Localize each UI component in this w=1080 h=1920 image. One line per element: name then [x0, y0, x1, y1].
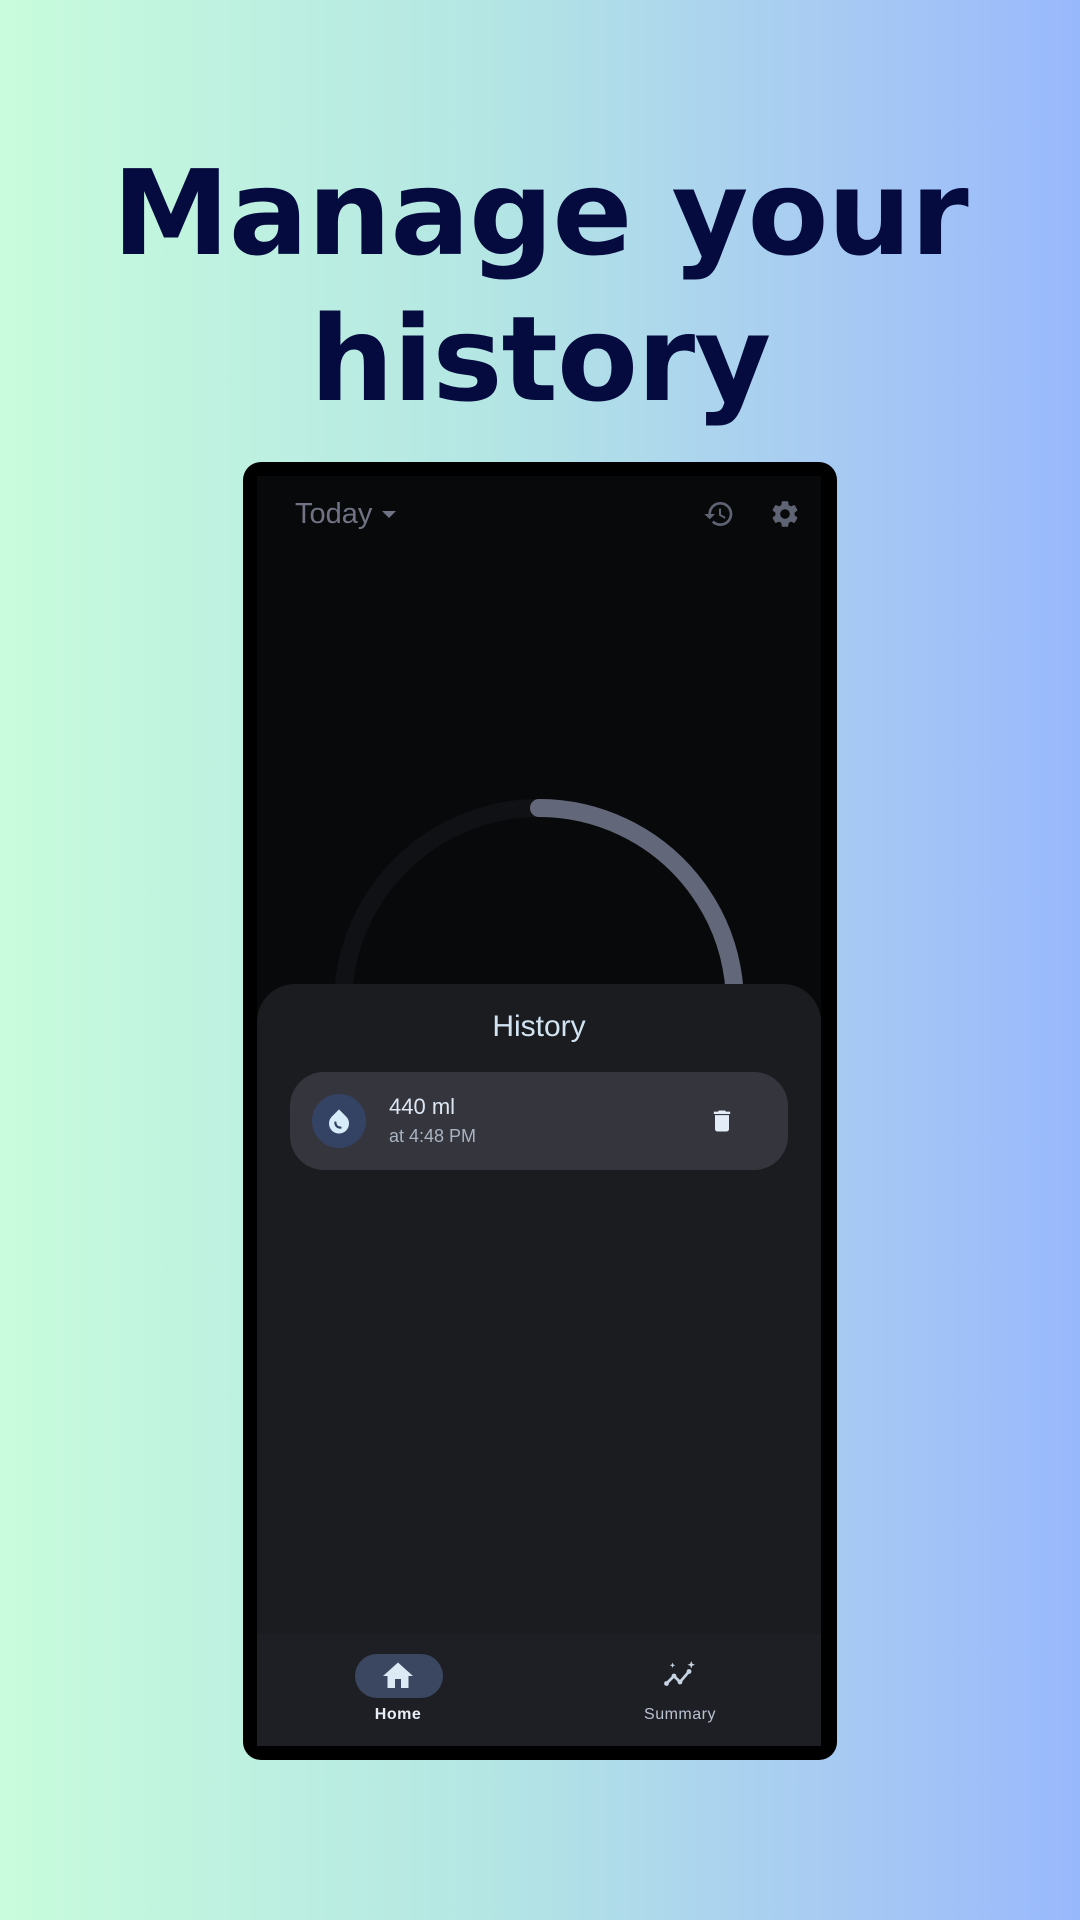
nav-item-home[interactable]: Home [257, 1634, 539, 1746]
history-entry: 440 ml at 4:48 PM [290, 1072, 788, 1170]
history-title: History [492, 1010, 586, 1043]
water-drop-avatar [312, 1094, 366, 1148]
water-drop-icon [329, 1109, 350, 1134]
headline: Manage your history [0, 140, 1080, 432]
history-sheet: History 440 ml at 4:48 PM [257, 984, 821, 1746]
nav-label-home: Home [374, 1706, 422, 1723]
headline-line-2: history [309, 290, 771, 428]
nav-item-summary[interactable]: Summary [539, 1634, 821, 1746]
entry-amount: 440 ml [389, 1094, 456, 1119]
entry-time: at 4:48 PM [389, 1126, 477, 1146]
insights-icon [664, 1661, 695, 1686]
nav-label-summary: Summary [644, 1706, 716, 1723]
app-screen: Today History 440 ml at 4:48 PM Home Sum… [257, 476, 821, 1746]
home-icon [383, 1662, 413, 1688]
delete-entry-button[interactable] [704, 1103, 740, 1139]
headline-line-1: Manage your [112, 144, 968, 282]
phone-frame: Today History 440 ml at 4:48 PM Home Sum… [243, 462, 837, 1760]
delete-icon [713, 1110, 731, 1132]
bottom-navigation: Home Summary [257, 1634, 821, 1746]
